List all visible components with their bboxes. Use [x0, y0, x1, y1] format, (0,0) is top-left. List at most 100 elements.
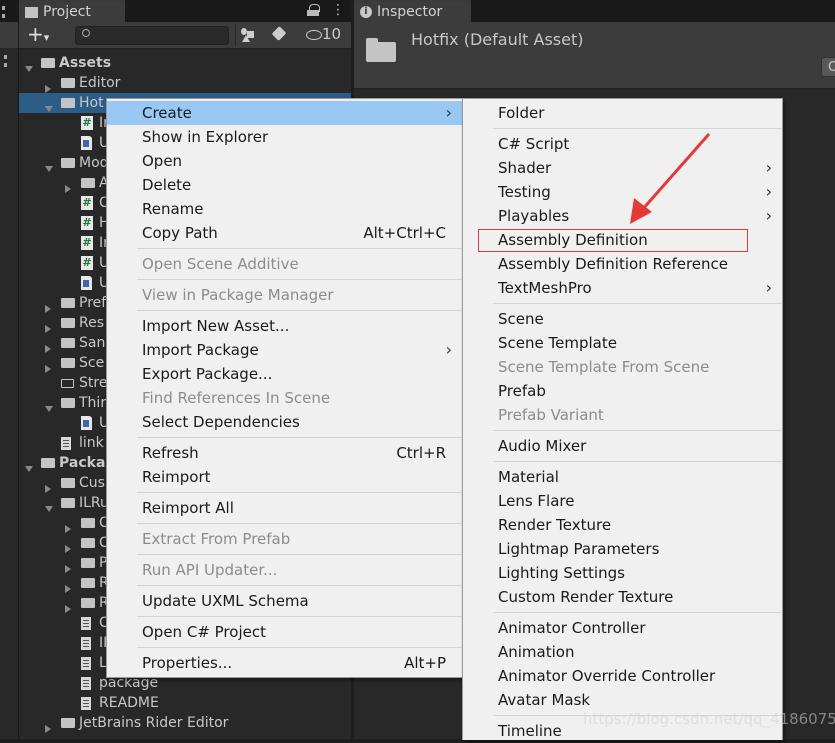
context-menu-item[interactable]: Delete [107, 173, 462, 197]
drag-handle-icon[interactable] [4, 55, 10, 67]
context-menu-item[interactable]: Import New Asset... [107, 314, 462, 338]
context-menu-item[interactable]: Create › [107, 101, 462, 125]
context-menu-item[interactable]: Copy Path Alt+Ctrl+C [107, 221, 462, 245]
menu-item-label: Material [498, 468, 559, 486]
menu-item-label: Prefab Variant [498, 406, 604, 424]
menu-separator [493, 430, 782, 431]
menu-item-label: Animator Override Controller [498, 667, 716, 685]
create-submenu-item[interactable]: TextMeshPro › [463, 276, 782, 300]
folder-icon [25, 6, 38, 18]
tree-item[interactable]: README [19, 693, 351, 713]
chevron-right-icon: › [765, 206, 772, 225]
folder-icon [81, 518, 95, 528]
menu-separator [137, 554, 462, 555]
context-menu-item[interactable]: Import Package › [107, 338, 462, 362]
menu-item-label: Custom Render Texture [498, 588, 674, 606]
chevron-right-icon: › [765, 278, 772, 297]
menu-item-label: Create [142, 104, 192, 122]
context-menu-item[interactable]: Refresh Ctrl+R [107, 441, 462, 465]
context-menu-item[interactable]: Rename [107, 197, 462, 221]
menu-item-label: View in Package Manager [142, 286, 334, 304]
tree-item[interactable]: JetBrains Rider Editor [19, 713, 351, 733]
create-button[interactable]: +▾ [27, 22, 49, 50]
folder-icon [61, 78, 75, 88]
watermark: https://blog.csdn.net/qq_41860752 [583, 710, 835, 728]
create-submenu-item[interactable]: Material [463, 465, 782, 489]
drag-handle-icon[interactable] [2, 6, 8, 18]
create-submenu-item[interactable]: Lens Flare [463, 489, 782, 513]
create-submenu-item[interactable]: Assembly Definition Reference [463, 252, 782, 276]
context-menu-item: Run API Updater... [107, 558, 462, 582]
filter-by-type-icon[interactable] [241, 28, 255, 42]
more-options-icon[interactable]: ⋮ [331, 2, 345, 18]
menu-item-label: Reimport [142, 468, 211, 486]
create-submenu-item[interactable]: Animator Controller [463, 616, 782, 640]
menu-item-label: Animator Controller [498, 619, 646, 637]
context-menu-item: Find References In Scene [107, 386, 462, 410]
menu-separator [493, 461, 782, 462]
lock-body-icon [307, 10, 319, 16]
menu-separator [137, 585, 462, 586]
menu-item-label: Lens Flare [498, 492, 575, 510]
create-submenu-item[interactable]: Scene [463, 307, 782, 331]
menu-separator [137, 279, 462, 280]
tab-project[interactable]: Project [19, 0, 125, 22]
menu-separator [137, 523, 462, 524]
create-submenu-item[interactable]: Scene Template [463, 331, 782, 355]
menu-item-label: Prefab [498, 382, 546, 400]
tree-item-label: Assets [59, 55, 112, 71]
search-input[interactable] [75, 26, 229, 45]
menu-item-label: Update UXML Schema [142, 592, 309, 610]
folder-icon [61, 338, 75, 348]
text-file-icon [81, 636, 91, 650]
create-submenu-item: Prefab Variant [463, 403, 782, 427]
text-file-icon [81, 656, 91, 670]
tree-item[interactable]: Editor [19, 73, 351, 93]
filter-by-label-icon[interactable] [271, 26, 287, 41]
project-toolbar: +▾ 10 [19, 22, 351, 49]
tree-item[interactable]: Assets [19, 53, 351, 73]
create-submenu-item[interactable]: Audio Mixer [463, 434, 782, 458]
hidden-packages-toggle[interactable]: 10 [306, 25, 341, 43]
folder-icon [61, 318, 75, 328]
context-menu-item[interactable]: Open [107, 149, 462, 173]
menu-item-label: Lighting Settings [498, 564, 625, 582]
menu-item-label: Scene Template [498, 334, 617, 352]
context-menu-item[interactable]: Open C# Project [107, 620, 462, 644]
toolbar-divider [235, 24, 236, 46]
create-submenu-item[interactable]: Lightmap Parameters [463, 537, 782, 561]
menu-item-label: Animation [498, 643, 575, 661]
text-file-icon [81, 616, 91, 630]
csharp-script-icon: # [81, 116, 93, 130]
context-menu-item: View in Package Manager [107, 283, 462, 307]
context-menu-item[interactable]: Properties... Alt+P [107, 651, 462, 675]
eye-slash-icon [306, 29, 322, 40]
tab-inspector[interactable]: i Inspector [354, 0, 471, 22]
chevron-down-icon: ▾ [43, 31, 50, 44]
left-strip-toolbar [0, 22, 18, 48]
create-button-label: + [27, 22, 44, 46]
menu-item-label: Find References In Scene [142, 389, 331, 407]
chevron-right-icon: › [445, 103, 452, 122]
context-menu-item[interactable]: Reimport All [107, 496, 462, 520]
context-menu-item[interactable]: Show in Explorer [107, 125, 462, 149]
create-submenu-item[interactable]: Animation [463, 640, 782, 664]
create-submenu-item[interactable]: Folder [463, 101, 782, 125]
create-submenu-item[interactable]: Lighting Settings [463, 561, 782, 585]
context-menu-item[interactable]: Select Dependencies [107, 410, 462, 434]
text-file-icon [81, 676, 91, 690]
menu-item-label: C# Script [498, 135, 570, 153]
context-menu-item[interactable]: Update UXML Schema [107, 589, 462, 613]
context-menu-item[interactable]: Export Package... [107, 362, 462, 386]
create-submenu-item[interactable]: Custom Render Texture [463, 585, 782, 609]
create-submenu-item[interactable]: Prefab [463, 379, 782, 403]
create-submenu-item[interactable]: Render Texture [463, 513, 782, 537]
tree-item-label: ILRu [79, 495, 109, 511]
create-submenu-item[interactable]: Animator Override Controller [463, 664, 782, 688]
context-menu-item[interactable]: Reimport [107, 465, 462, 489]
menu-separator [493, 303, 782, 304]
tree-item-label: Cus [79, 475, 105, 491]
expand-right-icon[interactable] [45, 719, 51, 739]
open-button[interactable]: O [821, 57, 835, 77]
create-submenu-item[interactable]: Avatar Mask [463, 688, 782, 712]
